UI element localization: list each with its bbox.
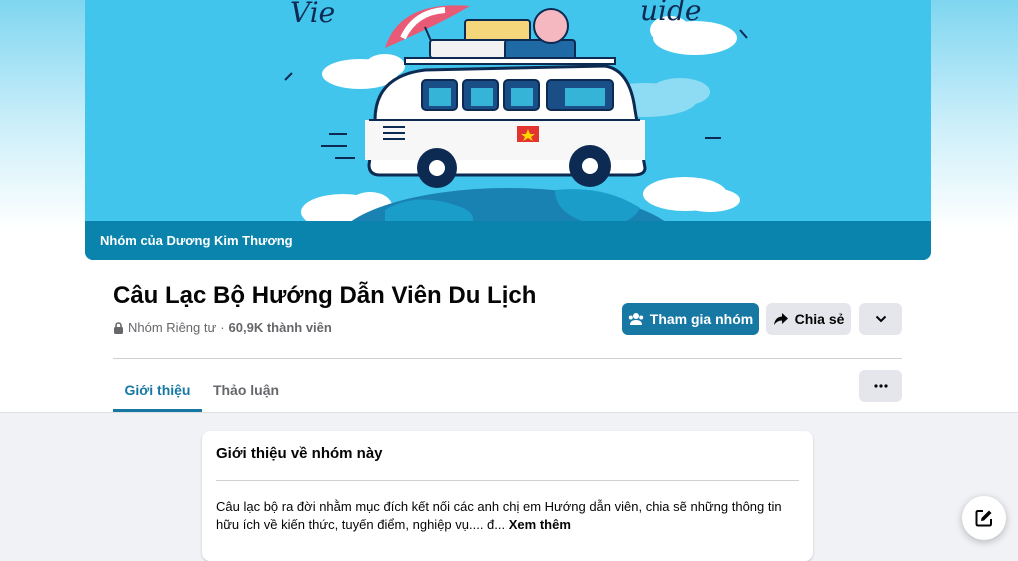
ellipsis-icon — [873, 384, 888, 388]
tab-about[interactable]: Giới thiệu — [113, 368, 202, 412]
group-meta: Nhóm Riêng tư · 60,9K thành viên — [113, 320, 332, 335]
lock-icon — [113, 321, 124, 334]
about-card: Giới thiệu về nhóm này Câu lạc bộ ra đời… — [202, 431, 813, 561]
header-bottom-border — [0, 412, 1018, 413]
meta-separator: · — [220, 320, 225, 335]
tab-discussion[interactable]: Thảo luận — [202, 368, 290, 412]
header-divider — [113, 358, 902, 359]
more-options-button[interactable] — [859, 303, 902, 335]
privacy-label[interactable]: Nhóm Riêng tư — [128, 320, 216, 335]
join-group-label: Tham gia nhóm — [649, 311, 754, 327]
about-card-divider — [216, 480, 799, 481]
svg-text:uide: uide — [640, 0, 701, 27]
chevron-down-icon — [875, 315, 887, 323]
group-title[interactable]: Câu Lạc Bộ Hướng Dẫn Viên Du Lịch — [113, 282, 536, 310]
cover-photo[interactable]: Vie uide Nhóm của Dương Kim Thương — [85, 0, 931, 260]
share-button[interactable]: Chia sẻ — [766, 303, 851, 335]
tab-more-button[interactable] — [859, 370, 902, 402]
about-description-text: Câu lạc bộ ra đời nhằm mục đích kết nối … — [216, 499, 782, 532]
share-label: Chia sẻ — [794, 311, 845, 327]
cover-caption[interactable]: Nhóm của Dương Kim Thương — [85, 221, 931, 260]
see-more-link[interactable]: Xem thêm — [509, 517, 571, 532]
compose-button[interactable] — [962, 496, 1006, 540]
member-count[interactable]: 60,9K thành viên — [229, 320, 332, 335]
share-icon — [773, 312, 789, 326]
svg-text:Vie: Vie — [290, 0, 335, 29]
compose-icon — [975, 509, 993, 527]
about-description: Câu lạc bộ ra đời nhằm mục đích kết nối … — [216, 498, 801, 534]
group-icon — [628, 312, 644, 326]
about-card-title: Giới thiệu về nhóm này — [216, 445, 383, 462]
join-group-button[interactable]: Tham gia nhóm — [622, 303, 759, 335]
